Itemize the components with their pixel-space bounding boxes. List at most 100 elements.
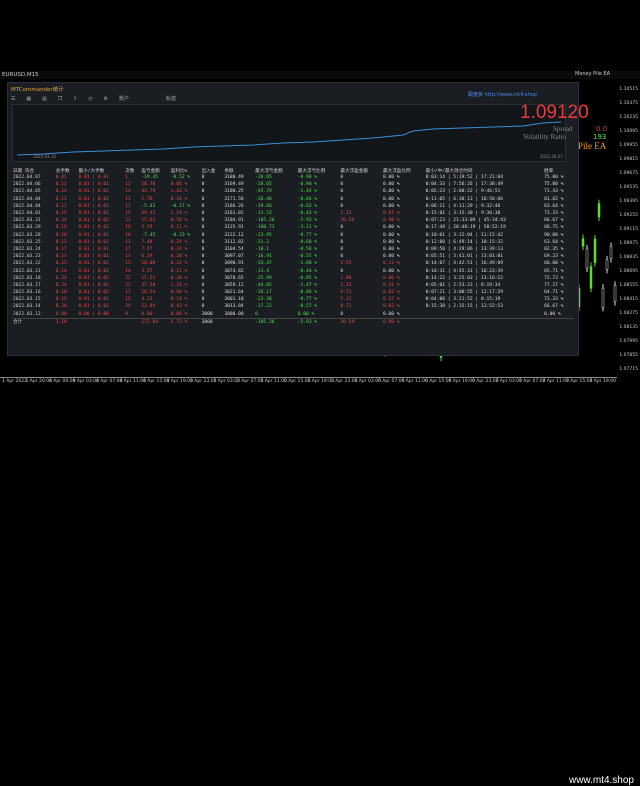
price-scale-label: 1.09255: [619, 213, 638, 218]
price-scale-label: 1.08835: [619, 255, 638, 260]
table-cell: 3013.84: [224, 304, 244, 310]
table-cell: 0:07:21 | 3:00:55 | 12:17:29: [425, 290, 504, 296]
copy-icon[interactable]: ❐: [58, 96, 62, 102]
table-cell: 0: [125, 311, 129, 317]
table-cell: 0: [340, 175, 344, 181]
table-cell: 2022.03.14: [13, 304, 41, 310]
statistics-panel[interactable]: MTCommander统计 ☰ ▦ ▥ ❐ ⇪ ◷ ⚙ 账户 轨迹 跟盘板 ht…: [7, 82, 579, 356]
table-cell: 0.00 %: [383, 239, 400, 245]
table-cell: 0: [201, 225, 205, 231]
column-header[interactable]: 最大浮亏金额: [254, 167, 297, 174]
table-cell: 2.19 %: [170, 211, 188, 217]
clock-icon[interactable]: ◷: [88, 96, 92, 102]
table-cell: 0.00 %: [383, 203, 400, 209]
table-cell: -0.68 %: [297, 239, 318, 245]
table-cell: 3.18: [54, 317, 78, 326]
table-cell: -5.93 %: [297, 218, 318, 224]
table-cell: 44.79: [141, 189, 156, 195]
column-header[interactable]: 最大浮盈比例: [382, 167, 425, 174]
table-cell: 0: [340, 182, 344, 188]
price-scale-label: 1.09115: [619, 227, 638, 232]
table-cell: 17: [125, 246, 131, 252]
table-cell: -1.47 %: [297, 282, 318, 288]
table-cell: 0: [255, 311, 258, 317]
column-header[interactable]: 次数: [124, 167, 140, 174]
table-cell: 0.18: [55, 290, 67, 296]
table-cell: 11: [125, 239, 131, 245]
candle-body: [613, 285, 617, 302]
tab-track[interactable]: 轨迹: [166, 95, 176, 102]
table-cell: 0.15: [55, 261, 67, 267]
table-cell: -26.17: [255, 290, 272, 296]
table-cell: -0.77 %: [297, 297, 318, 303]
table-cell: 30.59: [339, 317, 382, 326]
price-scale[interactable]: 1.10515 1.10375 1.10235 1.10095 1.09955 1.098…: [617, 79, 640, 379]
columns-icon[interactable]: ▥: [42, 96, 47, 102]
spread-label: Spread: [553, 125, 573, 133]
price-scale-label: 1.08555: [619, 283, 638, 288]
table-cell: 10.08: [141, 261, 156, 267]
table-cell: 2022.03.24: [13, 246, 41, 252]
table-cell: 0.01 | 0.02: [78, 282, 109, 288]
table-cell: 21: [125, 218, 131, 224]
table-cell: 0: [201, 218, 205, 224]
table-cell: 0.01 | 0.01: [78, 175, 109, 181]
table-cell: 0.72: [340, 304, 352, 310]
table-cell: 0.01 | 0.01: [78, 297, 109, 303]
column-header[interactable]: 盈亏金额: [140, 167, 169, 174]
table-cell: 0.17 %: [383, 297, 400, 303]
volatility-value: 193: [593, 133, 607, 141]
table-cell: -0.77 %: [297, 232, 318, 238]
table-cell: -7.45: [141, 232, 156, 238]
export-icon[interactable]: ⇪: [73, 96, 77, 102]
table-cell: 0.24 %: [170, 246, 188, 252]
tab-account[interactable]: 账户: [119, 95, 129, 102]
table-cell: 0: [340, 203, 344, 209]
link-label[interactable]: 跟盘板 http://www.mt4.shop: [468, 91, 537, 98]
column-header[interactable]: 最小/大手数: [78, 167, 125, 174]
table-cell: 0:04:33 | 7:56:26 | 17:38:49: [425, 182, 504, 188]
table-cell: 172.84: [140, 317, 170, 326]
time-axis-label: 5 Apr 11:00: [260, 379, 287, 384]
table-cell: 0.00 %: [297, 311, 315, 317]
table-icon[interactable]: ▦: [26, 96, 31, 102]
column-header[interactable]: 余额: [223, 167, 254, 174]
table-cell: 0.10: [55, 232, 67, 238]
price-scale-label: 1.09395: [619, 199, 638, 204]
grid-icon[interactable]: ☰: [11, 96, 15, 102]
column-header[interactable]: 总手数: [55, 167, 78, 174]
column-header[interactable]: 最大浮亏比例: [297, 167, 340, 174]
table-cell: 0.01 | 0.02: [78, 218, 109, 224]
column-header[interactable]: 盈利比%: [170, 167, 201, 174]
mini-chart-end: 2022.04.07: [540, 154, 563, 159]
table-cell: 3.55: [340, 261, 352, 267]
price-scale-label: 1.07855: [619, 353, 638, 358]
table-row: 2022.03.22 0.15 0.01 | 0.01 15 10.08 0.33 % 0 3…: [12, 260, 574, 267]
table-cell: 0.01 | 0.01: [78, 268, 109, 274]
table-cell: 4.23: [141, 297, 153, 303]
table-cell: 1.43 %: [170, 189, 188, 195]
table-cell: 3180.49: [224, 175, 244, 181]
column-header[interactable]: 最小/中/最大持仓时间: [425, 167, 543, 174]
table-cell: 0: [340, 232, 344, 238]
column-header[interactable]: 最大浮盈金额: [339, 167, 382, 174]
table-cell: -16.91: [255, 254, 272, 260]
table-cell: 3074.82: [224, 268, 244, 274]
table-cell: 2022.03.18: [13, 275, 41, 281]
table-cell: 17: [125, 290, 131, 296]
table-cell: 0: [340, 246, 344, 252]
settings-icon[interactable]: ⚙: [104, 96, 108, 102]
table-cell: 73.33 %: [544, 297, 564, 303]
time-axis-label: 7 Apr 07:00: [519, 379, 546, 384]
table-cell: -185.26: [254, 317, 297, 326]
column-header[interactable]: 胜率: [543, 167, 574, 174]
column-header[interactable]: 出入金: [201, 167, 224, 174]
table-cell: 3171.58: [224, 196, 244, 202]
column-header[interactable]: 日期 符合: [12, 167, 55, 174]
table-cell: [543, 317, 574, 326]
table-cell: 75.00 %: [544, 175, 564, 181]
table-cell: 0.00 %: [383, 175, 400, 181]
table-cell: 69.42: [141, 211, 156, 217]
price-scale-label: 1.09675: [619, 171, 638, 176]
table-cell: 0.01 | 0.01: [78, 182, 109, 188]
